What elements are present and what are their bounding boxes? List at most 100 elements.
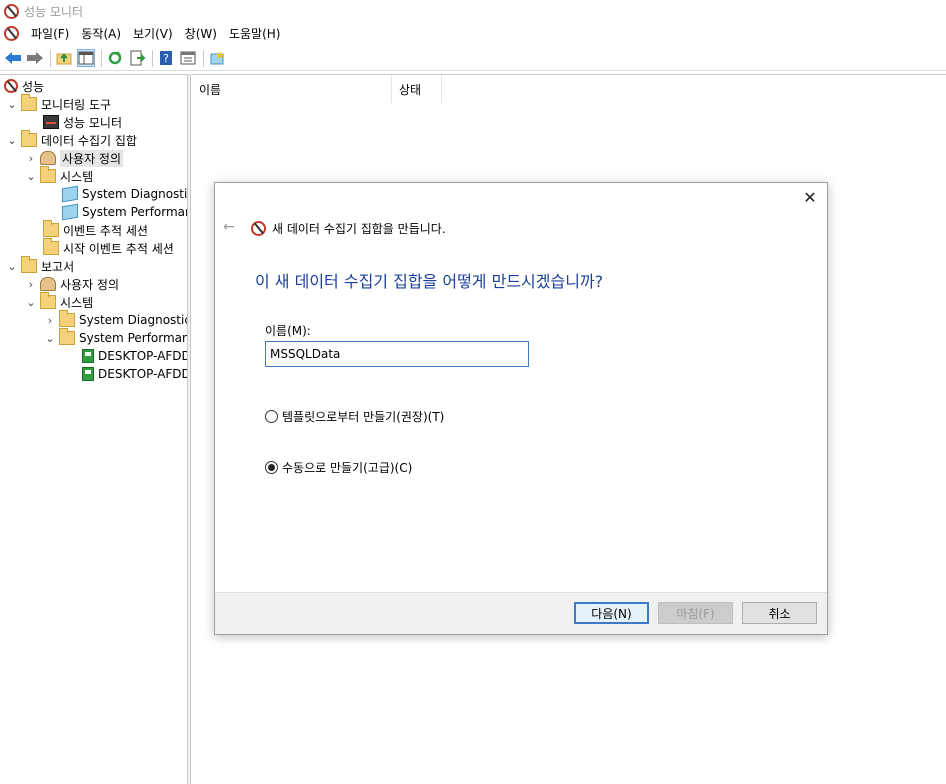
chevron-down-icon[interactable]: ⌄ xyxy=(6,260,18,273)
tree-item-system-performance[interactable]: System Performance xyxy=(62,203,187,221)
menu-view[interactable]: 보기(V) xyxy=(133,25,173,42)
chevron-right-icon[interactable]: › xyxy=(44,314,56,327)
tree-label: DESKTOP-AFDD xyxy=(98,367,188,381)
dialog-footer: 다음(N) 마침(F) 취소 xyxy=(215,592,827,634)
reports-folder-icon xyxy=(21,256,37,273)
folder-up-icon xyxy=(56,53,72,65)
tree-item-data-collector-sets[interactable]: ⌄ 데이터 수집기 집합 xyxy=(6,130,137,149)
tree-label: System Performance xyxy=(79,331,187,345)
chevron-down-icon[interactable]: ⌄ xyxy=(6,98,18,111)
tree-label: 성능 xyxy=(22,79,45,94)
console-tree-icon xyxy=(78,51,94,65)
help-button[interactable]: ? xyxy=(157,49,175,67)
cancel-button[interactable]: 취소 xyxy=(742,602,817,624)
toolbar-separator xyxy=(101,49,102,67)
menu-bar: 파일(F) 동작(A) 보기(V) 창(W) 도움말(H) xyxy=(0,22,946,44)
export-icon xyxy=(130,50,145,66)
tree-item-user-defined[interactable]: › 사용자 정의 xyxy=(25,149,124,167)
system-menu-icon[interactable] xyxy=(4,25,19,41)
tree-label: System Diagnostics xyxy=(79,313,188,327)
radio-label: 수동으로 만들기(고급)(C) xyxy=(282,461,413,475)
report-folder-icon xyxy=(59,328,75,345)
folder-icon xyxy=(43,238,59,255)
export-list-button[interactable] xyxy=(128,49,146,67)
svg-text:?: ? xyxy=(163,52,169,65)
tree-label: 모니터링 도구 xyxy=(41,97,112,112)
column-header-status[interactable]: 상태 xyxy=(392,75,442,103)
chevron-down-icon[interactable]: ⌄ xyxy=(44,332,56,345)
radio-create-manually[interactable]: 수동으로 만들기(고급)(C) xyxy=(265,459,412,476)
folder-icon xyxy=(21,130,37,147)
refresh-icon xyxy=(108,51,122,65)
title-bar: 성능 모니터 xyxy=(0,0,946,22)
tree-label: 보고서 xyxy=(41,259,75,274)
tree-item-performance[interactable]: 성능 xyxy=(4,77,44,95)
tree-label: System Diagnostics xyxy=(82,187,188,201)
tree-item-reports-system-diagnostics[interactable]: › System Diagnostics xyxy=(44,310,188,329)
tree-label: 시스템 xyxy=(60,169,94,184)
dialog-header: 새 데이터 수집기 집합을 만듭니다. xyxy=(251,220,446,237)
tree-item-system-diagnostics[interactable]: System Diagnostics xyxy=(62,185,188,203)
tree-item-report-desktop-2[interactable]: DESKTOP-AFDD xyxy=(82,365,188,383)
menu-action[interactable]: 동작(A) xyxy=(81,25,121,42)
tree-item-monitoring-tools[interactable]: ⌄ 모니터링 도구 xyxy=(6,94,112,113)
new-collector-set-icon xyxy=(210,51,224,65)
refresh-button[interactable] xyxy=(106,49,124,67)
new-data-collector-set-button[interactable] xyxy=(208,49,226,67)
performance-icon xyxy=(4,79,18,93)
back-arrow-icon[interactable]: ← xyxy=(223,219,235,235)
chevron-right-icon[interactable]: › xyxy=(25,152,37,165)
menu-file[interactable]: 파일(F) xyxy=(31,25,69,42)
window-title: 성능 모니터 xyxy=(24,4,84,19)
chevron-down-icon[interactable]: ⌄ xyxy=(25,170,37,183)
finish-button[interactable]: 마침(F) xyxy=(658,602,733,624)
chevron-down-icon[interactable]: ⌄ xyxy=(6,134,18,147)
forward-button[interactable] xyxy=(26,49,44,67)
chevron-down-icon[interactable]: ⌄ xyxy=(25,296,37,309)
tree-item-reports-system[interactable]: ⌄ 시스템 xyxy=(25,292,94,311)
tree-item-event-trace-sessions[interactable]: 이벤트 추적 세션 xyxy=(43,220,148,239)
tree-item-reports[interactable]: ⌄ 보고서 xyxy=(6,256,75,275)
console-tree: 성능 ⌄ 모니터링 도구 성능 모니터 ⌄ 데이터 수집기 집합 › 사용자 정… xyxy=(0,74,188,784)
tree-label: 사용자 정의 xyxy=(60,277,120,292)
toolbar-separator xyxy=(203,49,204,67)
chevron-right-icon[interactable]: › xyxy=(25,278,37,291)
collector-set-icon xyxy=(62,185,78,203)
tree-item-startup-event-trace-sessions[interactable]: 시작 이벤트 추적 세션 xyxy=(43,238,174,257)
toolbar: ? xyxy=(0,46,946,71)
toolbar-separator xyxy=(152,49,153,67)
column-label: 이름 xyxy=(199,82,222,97)
up-folder-button[interactable] xyxy=(55,49,73,67)
menu-help[interactable]: 도움말(H) xyxy=(229,25,281,42)
create-data-collector-set-dialog: ✕ ← 새 데이터 수집기 집합을 만듭니다. 이 새 데이터 수집기 집합을 … xyxy=(214,182,828,635)
show-hide-console-tree-button[interactable] xyxy=(77,49,95,67)
back-arrow-icon xyxy=(5,52,21,64)
tree-item-report-desktop-1[interactable]: DESKTOP-AFDD xyxy=(82,347,188,365)
tree-item-system[interactable]: ⌄ 시스템 xyxy=(25,166,94,185)
tree-item-reports-user-defined[interactable]: › 사용자 정의 xyxy=(25,275,119,293)
next-button[interactable]: 다음(N) xyxy=(574,602,649,624)
radio-create-from-template[interactable]: 템플릿으로부터 만들기(권장)(T) xyxy=(265,408,444,425)
radio-button[interactable] xyxy=(265,410,278,423)
tree-label-selected: 사용자 정의 xyxy=(60,149,124,167)
column-label: 상태 xyxy=(399,82,422,97)
column-header-name[interactable]: 이름 xyxy=(192,75,392,103)
tree-label: 시스템 xyxy=(60,295,94,310)
system-folder-icon xyxy=(40,166,56,183)
name-input[interactable] xyxy=(265,341,529,367)
collector-set-icon xyxy=(62,203,78,221)
tree-item-reports-system-performance[interactable]: ⌄ System Performance xyxy=(44,328,187,347)
tree-label: DESKTOP-AFDD xyxy=(98,349,188,363)
menu-window[interactable]: 창(W) xyxy=(185,25,217,42)
system-report-folder-icon xyxy=(40,292,56,309)
help-icon: ? xyxy=(160,51,172,65)
tree-item-performance-monitor[interactable]: 성능 모니터 xyxy=(43,113,122,131)
folder-icon xyxy=(21,94,37,111)
back-button[interactable] xyxy=(4,49,22,67)
radio-button-selected[interactable] xyxy=(265,461,278,474)
properties-button[interactable] xyxy=(179,49,197,67)
pane-splitter[interactable] xyxy=(188,74,191,784)
close-icon[interactable]: ✕ xyxy=(801,189,819,207)
tree-label: 시작 이벤트 추적 세션 xyxy=(63,241,174,256)
dialog-header-text: 새 데이터 수집기 집합을 만듭니다. xyxy=(272,222,446,236)
